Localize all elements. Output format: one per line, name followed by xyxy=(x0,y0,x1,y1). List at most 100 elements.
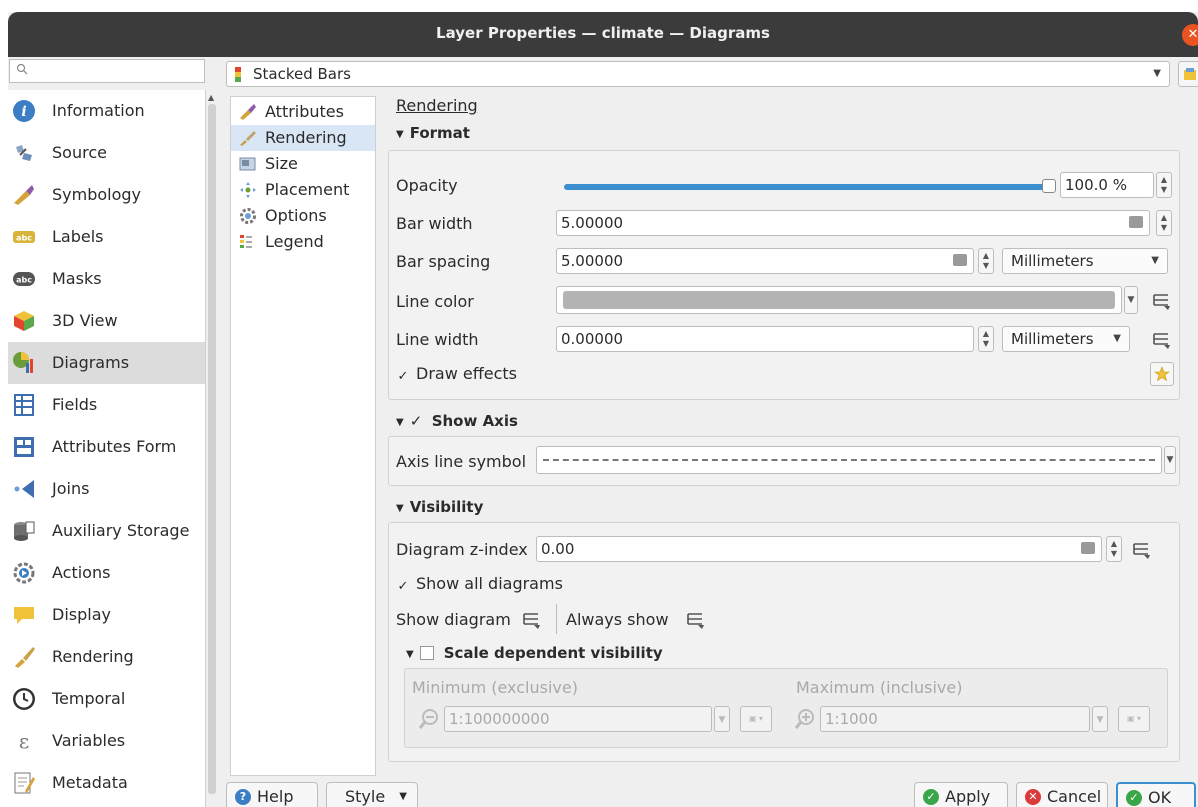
style-icon xyxy=(1184,68,1196,80)
bar-width-label: Bar width xyxy=(396,214,473,233)
line-color-dropdown[interactable]: ▼ xyxy=(1124,286,1138,314)
opacity-slider[interactable] xyxy=(564,184,1049,190)
sidebar-item-diagrams[interactable]: Diagrams xyxy=(8,342,205,384)
sidebar-item-information[interactable]: i Information xyxy=(8,90,205,132)
scroll-thumb[interactable] xyxy=(208,104,216,794)
check-icon: ✓ xyxy=(1126,790,1142,806)
axis-symbol-dropdown[interactable]: ▼ xyxy=(1164,446,1176,474)
opacity-slider-handle[interactable] xyxy=(1042,179,1056,193)
subnav-item-rendering[interactable]: Rendering xyxy=(231,125,375,151)
sidebar-item-label: Diagrams xyxy=(52,353,130,372)
sidebar-item-source[interactable]: Source xyxy=(8,132,205,174)
subnav-item-attributes[interactable]: Attributes xyxy=(231,99,375,125)
clear-icon[interactable] xyxy=(953,254,967,266)
sidebar-item-auxiliary-storage[interactable]: Auxiliary Storage xyxy=(8,510,205,552)
zoom-in-icon xyxy=(794,709,814,729)
effects-settings-button[interactable] xyxy=(1150,362,1174,386)
scroll-up-icon[interactable]: ▲ xyxy=(208,94,216,102)
sidebar-item-metadata[interactable]: Metadata xyxy=(8,762,205,804)
sidebar-item-actions[interactable]: Actions xyxy=(8,552,205,594)
bar-spacing-stepper[interactable]: ▲ ▼ xyxy=(978,248,994,274)
sidebar-item-temporal[interactable]: Temporal xyxy=(8,678,205,720)
help-button[interactable]: ? Help xyxy=(226,782,318,807)
svg-text:abc: abc xyxy=(16,276,32,285)
divider xyxy=(556,604,557,634)
chevron-down-icon: ▼ xyxy=(1113,333,1121,344)
bar-spacing-value: 5.00000 xyxy=(561,252,624,270)
collapse-icon: ▼ xyxy=(396,417,404,428)
clear-icon[interactable] xyxy=(1081,542,1095,554)
line-width-unit-select[interactable]: Millimeters ▼ xyxy=(1002,326,1130,352)
minimum-scale-input[interactable]: 1:100000000 xyxy=(444,706,712,732)
sidebar-item-attributes-form[interactable]: Attributes Form xyxy=(8,426,205,468)
subnav-item-placement[interactable]: Placement xyxy=(231,177,375,203)
bar-spacing-unit-select[interactable]: Millimeters ▼ xyxy=(1002,248,1168,274)
sidebar-item-symbology[interactable]: Symbology xyxy=(8,174,205,216)
axis-line-symbol-button[interactable] xyxy=(536,446,1162,474)
close-window-button[interactable]: ✕ xyxy=(1182,24,1198,46)
sidebar-item-joins[interactable]: Joins xyxy=(8,468,205,510)
sidebar-item-label: Rendering xyxy=(52,647,134,666)
z-index-label: Diagram z-index xyxy=(396,540,528,559)
apply-button[interactable]: ✓ Apply xyxy=(914,782,1008,807)
collapse-icon: ▼ xyxy=(396,503,404,514)
visibility-section-header[interactable]: ▼ Visibility xyxy=(396,498,483,516)
sidebar-item-label: Auxiliary Storage xyxy=(52,521,190,540)
minimum-scale-dropdown[interactable]: ▼ xyxy=(714,706,730,732)
data-defined-override-icon[interactable] xyxy=(684,608,706,630)
scale-visibility-section-header[interactable]: ▼ Scale dependent visibility xyxy=(406,644,663,662)
options-icon xyxy=(240,208,256,224)
sidebar-item-fields[interactable]: Fields xyxy=(8,384,205,426)
bar-spacing-input[interactable]: 5.00000 xyxy=(556,248,974,274)
subnav-item-label: Size xyxy=(265,154,298,173)
line-color-button[interactable] xyxy=(556,286,1122,314)
style-menu-button[interactable]: Style ▼ xyxy=(326,782,418,807)
load-style-button[interactable] xyxy=(1178,61,1198,87)
maximum-scale-input[interactable]: 1:1000 xyxy=(820,706,1090,732)
display-icon xyxy=(14,607,34,624)
cancel-button[interactable]: ✕ Cancel xyxy=(1016,782,1108,807)
data-defined-override-icon[interactable] xyxy=(1150,328,1172,350)
draw-effects-checkbox[interactable]: ✓ Draw effects xyxy=(396,364,517,385)
show-axis-section-header[interactable]: ▼ ✓ Show Axis xyxy=(396,412,518,430)
z-index-stepper[interactable]: ▲ ▼ xyxy=(1106,536,1122,562)
scale-visibility-checkbox[interactable] xyxy=(419,646,434,660)
line-width-input[interactable]: 0.00000 xyxy=(556,326,974,352)
sidebar-scrollbar[interactable]: ▲ xyxy=(205,90,218,807)
cancel-icon: ✕ xyxy=(1025,789,1041,805)
search-input[interactable] xyxy=(9,59,205,83)
opacity-spinbox[interactable]: 100.0 % xyxy=(1060,172,1154,198)
sidebar-item-masks[interactable]: abc Masks xyxy=(8,258,205,300)
subnav-item-options[interactable]: Options xyxy=(231,203,375,229)
chevron-down-icon: ▼ xyxy=(399,791,407,802)
bar-width-input[interactable]: 5.00000 xyxy=(556,210,1150,236)
sidebar-item-display[interactable]: Display xyxy=(8,594,205,636)
maximum-scale-dropdown[interactable]: ▼ xyxy=(1092,706,1108,732)
bar-width-stepper[interactable]: ▲ ▼ xyxy=(1156,210,1172,236)
minimum-scale-from-canvas-button[interactable]: ▣ ▾ xyxy=(740,706,772,732)
line-width-value: 0.00000 xyxy=(561,330,624,348)
ok-button[interactable]: ✓ OK xyxy=(1116,782,1196,807)
sidebar-item-variables[interactable]: ε Variables xyxy=(8,720,205,762)
sidebar-item-3d-view[interactable]: 3D View xyxy=(8,300,205,342)
content-scrollbar[interactable] xyxy=(1190,132,1198,772)
subnav-item-size[interactable]: Size xyxy=(231,151,375,177)
opacity-stepper[interactable]: ▲ ▼ xyxy=(1156,172,1172,198)
data-defined-override-icon[interactable] xyxy=(1130,538,1152,560)
sidebar-item-labels[interactable]: abc Labels xyxy=(8,216,205,258)
opacity-label: Opacity xyxy=(396,176,458,195)
show-all-diagrams-checkbox[interactable]: ✓ Show all diagrams xyxy=(396,574,563,595)
data-defined-override-icon[interactable] xyxy=(1150,289,1172,311)
show-axis-checkbox[interactable]: ✓ xyxy=(410,412,424,430)
z-index-input[interactable]: 0.00 xyxy=(536,536,1102,562)
format-section-header[interactable]: ▼ Format xyxy=(396,124,470,142)
check-icon: ✓ xyxy=(923,789,939,805)
symbology-icon xyxy=(14,185,34,205)
clear-icon[interactable] xyxy=(1129,216,1143,228)
subnav-item-legend[interactable]: Legend xyxy=(231,229,375,255)
line-width-stepper[interactable]: ▲ ▼ xyxy=(978,326,994,352)
diagram-type-select[interactable]: Stacked Bars ▼ xyxy=(226,61,1170,87)
sidebar-item-rendering[interactable]: Rendering xyxy=(8,636,205,678)
maximum-scale-from-canvas-button[interactable]: ▣ ▾ xyxy=(1118,706,1150,732)
data-defined-override-icon[interactable] xyxy=(520,608,542,630)
